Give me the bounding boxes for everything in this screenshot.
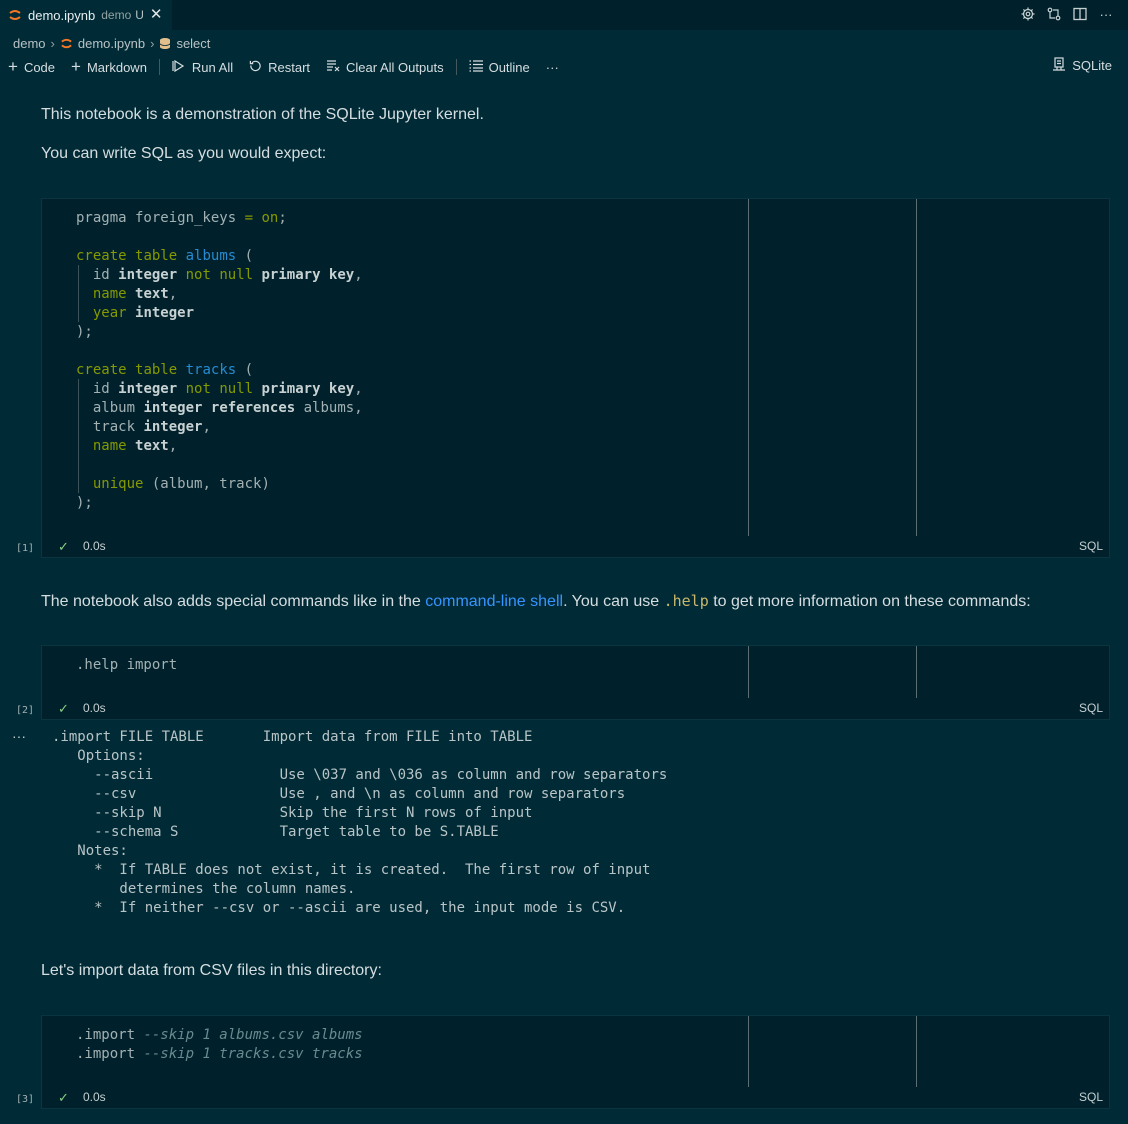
clear-all-outputs-label: Clear All Outputs xyxy=(346,59,444,75)
gear-icon[interactable] xyxy=(1020,6,1036,22)
markdown-write-sql: You can write SQL as you would expect: xyxy=(41,145,327,162)
tab-title: demo.ipynb xyxy=(28,7,96,23)
check-icon: ✓ xyxy=(58,1090,69,1105)
code-cell-1[interactable]: pragma foreign_keys = on; create table a… xyxy=(41,198,1110,558)
add-markdown-label: Markdown xyxy=(86,59,147,75)
notebook-toolbar: + Code + Markdown Run All Restart Clear … xyxy=(8,57,575,77)
more-toolbar-button[interactable]: ··· xyxy=(546,60,559,75)
add-code-label: Code xyxy=(23,59,56,75)
code-cell-2[interactable]: .help import ✓ 0.0s SQL xyxy=(41,645,1110,720)
clear-all-icon xyxy=(326,59,340,75)
run-all-button[interactable]: Run All xyxy=(172,59,233,76)
execution-count: [1] xyxy=(16,543,35,554)
output-more-icon[interactable]: ··· xyxy=(12,728,26,744)
editor-ruler xyxy=(748,646,749,698)
commands-text: to get more information on these command… xyxy=(708,593,1031,610)
chevron-right-icon: › xyxy=(150,35,155,51)
markdown-import-intro: Let's import data from CSV files in this… xyxy=(41,962,382,979)
breadcrumb-folder[interactable]: demo xyxy=(13,36,46,51)
chevron-right-icon: › xyxy=(50,35,55,51)
outline-button[interactable]: Outline xyxy=(469,60,530,75)
add-markdown-button[interactable]: + Markdown xyxy=(71,57,147,76)
close-icon[interactable]: ✕ xyxy=(150,7,163,22)
editor-ruler xyxy=(916,1016,917,1087)
cell-status-bar: ✓ 0.0s SQL xyxy=(42,1086,1109,1108)
list-icon xyxy=(469,59,483,75)
kernel-picker[interactable]: SQLite xyxy=(1052,57,1112,74)
editor-ruler xyxy=(748,199,749,536)
kernel-label: SQLite xyxy=(1072,58,1112,73)
markdown-intro: This notebook is a demonstration of the … xyxy=(41,106,484,123)
tab-bar: demo.ipynb demo U ✕ ··· xyxy=(0,0,1128,30)
run-all-label: Run All xyxy=(191,59,234,75)
tab-description: demo xyxy=(101,8,132,22)
cell-language[interactable]: SQL xyxy=(1079,539,1103,553)
code-editor-1[interactable]: pragma foreign_keys = on; create table a… xyxy=(76,209,363,513)
help-inline-code: .help xyxy=(663,592,709,610)
editor-actions: ··· xyxy=(1020,6,1114,22)
commands-text: . You can use xyxy=(563,593,664,610)
execution-count: [3] xyxy=(16,1094,35,1105)
cell-status-bar: ✓ 0.0s SQL xyxy=(42,535,1109,557)
outline-label: Outline xyxy=(488,59,530,75)
restart-button[interactable]: Restart xyxy=(249,59,310,75)
cell-language[interactable]: SQL xyxy=(1079,1090,1103,1104)
editor-ruler xyxy=(748,1016,749,1087)
more-actions-icon[interactable]: ··· xyxy=(1098,6,1114,22)
commands-text: The notebook also adds special commands … xyxy=(41,593,426,610)
split-editor-icon[interactable] xyxy=(1072,6,1088,22)
code-cell-3[interactable]: .import --skip 1 albums.csv albums .impo… xyxy=(41,1015,1110,1109)
code-editor-2[interactable]: .help import xyxy=(76,656,177,675)
cell-output: .import FILE TABLE Import data from FILE… xyxy=(52,729,668,916)
execution-time: 0.0s xyxy=(83,539,106,553)
cell-language[interactable]: SQL xyxy=(1079,701,1103,715)
check-icon: ✓ xyxy=(58,539,69,554)
breadcrumb-symbol[interactable]: select xyxy=(176,36,210,51)
compare-changes-icon[interactable] xyxy=(1046,6,1062,22)
tab-demo-ipynb[interactable]: demo.ipynb demo U ✕ xyxy=(0,0,172,30)
run-all-icon xyxy=(172,59,186,76)
plus-icon: + xyxy=(8,57,18,76)
editor-ruler xyxy=(916,646,917,698)
editor-ruler xyxy=(916,199,917,536)
restart-label: Restart xyxy=(268,59,311,75)
execution-time: 0.0s xyxy=(83,1090,106,1104)
plus-icon: + xyxy=(71,57,81,76)
jupyter-icon xyxy=(60,37,73,50)
command-line-shell-link[interactable]: command-line shell xyxy=(425,593,563,610)
code-editor-3[interactable]: .import --skip 1 albums.csv albums .impo… xyxy=(76,1026,363,1064)
breadcrumb: demo › demo.ipynb › select xyxy=(13,34,210,52)
toolbar-divider xyxy=(158,59,160,75)
add-code-button[interactable]: + Code xyxy=(8,57,56,76)
tab-status: U xyxy=(135,8,144,22)
restart-icon xyxy=(249,59,262,75)
jupyter-icon xyxy=(8,8,22,22)
database-icon xyxy=(159,37,171,50)
clear-all-outputs-button[interactable]: Clear All Outputs xyxy=(326,59,444,75)
breadcrumb-file[interactable]: demo.ipynb xyxy=(78,36,145,51)
execution-count: [2] xyxy=(16,705,35,716)
cell-status-bar: ✓ 0.0s SQL xyxy=(42,697,1109,719)
execution-time: 0.0s xyxy=(83,701,106,715)
toolbar-divider xyxy=(455,59,457,75)
markdown-commands: The notebook also adds special commands … xyxy=(41,592,1031,611)
check-icon: ✓ xyxy=(58,701,69,716)
kernel-icon xyxy=(1052,57,1066,74)
more-icon: ··· xyxy=(545,59,559,75)
